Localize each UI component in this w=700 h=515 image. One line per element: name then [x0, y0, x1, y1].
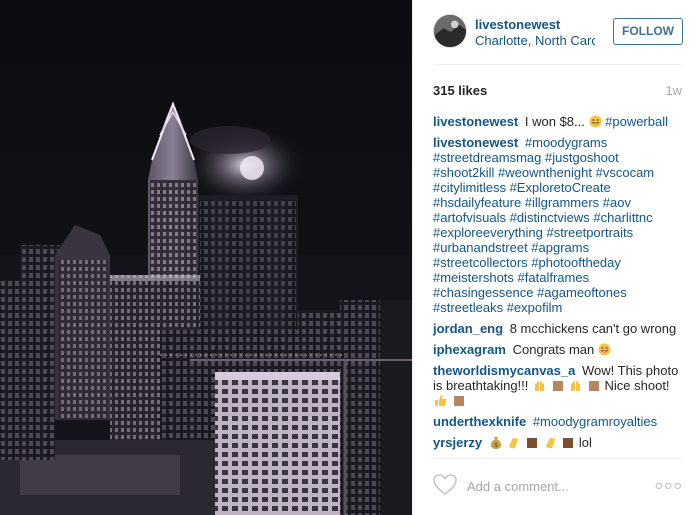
post-photo[interactable]	[0, 0, 412, 515]
comments-list: livestonewest I won $8... #powerball liv…	[433, 114, 683, 456]
comment-username[interactable]: jordan_eng	[433, 321, 503, 336]
post-details-panel: livestonewest Charlotte, North Carolina …	[412, 0, 700, 515]
comment-item: jordan_eng 8 mcchickens can't go wrong	[433, 321, 683, 336]
grin-emoji-icon	[598, 343, 611, 356]
comment-text: Congrats man	[512, 342, 595, 357]
comment-hashtags[interactable]: #moodygrams #streetdreamsmag #justgoshoo…	[433, 135, 654, 315]
comment-text: Nice shoot!	[604, 378, 670, 393]
comment-username[interactable]: livestonewest	[433, 135, 518, 150]
skin-tone-icon	[563, 438, 574, 448]
post-header: livestonewest Charlotte, North Carolina …	[433, 12, 683, 54]
post-age[interactable]: 1w	[665, 83, 682, 98]
raised-hands-emoji-icon	[535, 381, 545, 391]
hashtag-comment: livestonewest #moodygrams #streetdreamsm…	[433, 135, 683, 315]
heart-icon[interactable]	[433, 474, 457, 496]
follow-button[interactable]: FOLLOW	[613, 18, 683, 45]
skin-tone-icon	[552, 381, 563, 391]
comment-text: I won $8...	[524, 114, 585, 129]
grin-emoji-icon	[589, 115, 601, 128]
caption: livestonewest I won $8... #powerball	[433, 114, 683, 129]
comment-username[interactable]: iphexagram	[433, 342, 506, 357]
divider	[433, 458, 683, 459]
comment-item: underthexknife #moodygramroyalties	[433, 414, 683, 429]
likes-count[interactable]: 315 likes	[433, 83, 487, 98]
avatar-image	[434, 15, 466, 47]
skin-tone-icon	[588, 381, 599, 391]
comment-hashtags[interactable]: #powerball	[605, 114, 668, 129]
comment-text: 8 mcchickens can't go wrong	[509, 321, 677, 336]
post-username[interactable]: livestonewest	[475, 17, 560, 32]
avatar[interactable]	[433, 14, 467, 48]
comment-item: theworldismycanvas_a Wow! This photo is …	[433, 363, 683, 408]
comment-username[interactable]: underthexknife	[433, 414, 526, 429]
instagram-post: livestonewest Charlotte, North Carolina …	[0, 0, 700, 515]
comment-username[interactable]: livestonewest	[433, 114, 518, 129]
comment-text: lol	[578, 435, 592, 450]
clap-emoji-icon	[509, 437, 519, 449]
divider	[433, 64, 683, 65]
comment-item: yrsjerzy $ lol	[433, 435, 683, 450]
add-comment-input[interactable]: Add a comment...	[467, 479, 569, 494]
city-night-photo	[0, 101, 412, 515]
skin-tone-icon	[453, 396, 464, 406]
comment-username[interactable]: yrsjerzy	[433, 435, 482, 450]
comment-hashtags[interactable]: #moodygramroyalties	[533, 414, 657, 429]
thumbs-up-emoji-icon	[435, 395, 447, 406]
money-bag-emoji-icon: $	[490, 437, 501, 449]
skin-tone-icon	[527, 438, 538, 448]
clap-emoji-icon	[545, 437, 555, 449]
comment-item: iphexagram Congrats man	[433, 342, 683, 357]
post-location[interactable]: Charlotte, North Carolina	[475, 33, 595, 48]
raised-hands-emoji-icon	[571, 381, 581, 391]
more-options-icon[interactable]: ○○○	[655, 477, 683, 493]
comment-username[interactable]: theworldismycanvas_a	[433, 363, 575, 378]
comment-footer: Add a comment... ○○○	[433, 472, 683, 502]
